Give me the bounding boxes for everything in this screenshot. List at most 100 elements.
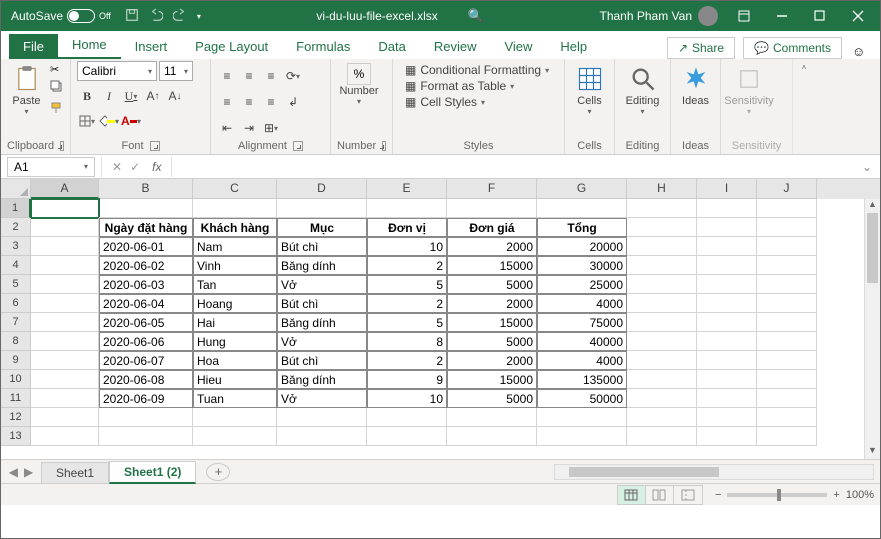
align-bottom-icon[interactable]: ≡ (261, 66, 281, 86)
cell[interactable] (99, 199, 193, 218)
fill-color-button[interactable]: ▾ (99, 111, 119, 131)
cell[interactable] (193, 427, 277, 446)
page-break-view-icon[interactable] (674, 486, 702, 504)
col-header-E[interactable]: E (367, 179, 447, 199)
cell[interactable] (627, 370, 697, 389)
cell[interactable] (277, 408, 367, 427)
number-launcher-icon[interactable] (382, 141, 386, 151)
cell[interactable] (697, 256, 757, 275)
close-button[interactable] (840, 2, 876, 30)
scroll-up-icon[interactable]: ▲ (865, 199, 880, 213)
col-header-H[interactable]: H (627, 179, 697, 199)
number-format-button[interactable]: % Number▾ (337, 61, 381, 108)
cell[interactable] (31, 294, 99, 313)
minimize-button[interactable] (764, 2, 800, 30)
cell-total[interactable]: 4000 (537, 294, 627, 313)
cell-date[interactable]: 2020-06-07 (99, 351, 193, 370)
format-painter-icon[interactable] (50, 101, 64, 118)
editing-button[interactable]: Editing▾ (621, 61, 664, 118)
cell[interactable] (31, 332, 99, 351)
col-header-B[interactable]: B (99, 179, 193, 199)
expand-formula-bar-icon[interactable]: ⌄ (862, 160, 880, 174)
format-as-table-button[interactable]: ▦Format as Table▾ (405, 79, 549, 93)
cell[interactable] (31, 351, 99, 370)
search-icon[interactable]: 🔍 (468, 8, 484, 24)
clipboard-launcher-icon[interactable] (60, 141, 64, 151)
zoom-in-button[interactable]: + (833, 489, 839, 501)
cell-customer[interactable]: Tuan (193, 389, 277, 408)
cell-total[interactable]: 30000 (537, 256, 627, 275)
cell-A1[interactable] (31, 199, 99, 218)
row-header[interactable]: 4 (1, 256, 31, 275)
horizontal-scrollbar[interactable] (554, 464, 874, 480)
ideas-button[interactable]: Ideas (677, 61, 714, 109)
cell[interactable] (697, 313, 757, 332)
zoom-level[interactable]: 100% (846, 489, 874, 501)
cell-total[interactable]: 75000 (537, 313, 627, 332)
cell[interactable] (31, 237, 99, 256)
merge-center-icon[interactable]: ⊞▾ (261, 118, 281, 138)
font-color-button[interactable]: A▾ (121, 111, 141, 131)
cell-date[interactable]: 2020-06-03 (99, 275, 193, 294)
cell-customer[interactable]: Tan (193, 275, 277, 294)
copy-icon[interactable] (50, 80, 64, 97)
select-all-corner[interactable] (1, 179, 31, 199)
tab-page-layout[interactable]: Page Layout (181, 34, 282, 59)
cell[interactable] (31, 275, 99, 294)
cell-item[interactable]: Bút chì (277, 237, 367, 256)
cell-item[interactable]: Vở (277, 332, 367, 351)
font-name-select[interactable]: Calibri▾ (77, 61, 157, 81)
ribbon-display-options[interactable] (726, 2, 762, 30)
cell[interactable] (757, 199, 817, 218)
cell[interactable] (31, 313, 99, 332)
cell[interactable] (31, 389, 99, 408)
cell-unit[interactable]: 5 (367, 275, 447, 294)
cell[interactable] (447, 199, 537, 218)
zoom-out-button[interactable]: − (715, 489, 721, 501)
cell-item[interactable]: Bút chì (277, 294, 367, 313)
cell[interactable] (757, 237, 817, 256)
cell[interactable] (193, 408, 277, 427)
cell-price[interactable]: 15000 (447, 256, 537, 275)
cell-customer[interactable]: Vinh (193, 256, 277, 275)
cell-price[interactable]: 15000 (447, 313, 537, 332)
row-header[interactable]: 3 (1, 237, 31, 256)
cell-price[interactable]: 15000 (447, 370, 537, 389)
cell-total[interactable]: 40000 (537, 332, 627, 351)
row-header[interactable]: 10 (1, 370, 31, 389)
tab-review[interactable]: Review (420, 34, 491, 59)
col-header-C[interactable]: C (193, 179, 277, 199)
row-header[interactable]: 13 (1, 427, 31, 446)
cell[interactable] (537, 427, 627, 446)
cell[interactable] (627, 389, 697, 408)
underline-button[interactable]: U▾ (121, 86, 141, 106)
cell[interactable] (757, 332, 817, 351)
vertical-scrollbar[interactable]: ▲ ▼ (864, 199, 880, 459)
cell[interactable] (277, 199, 367, 218)
orientation-icon[interactable]: ⟳▾ (283, 66, 303, 86)
fx-icon[interactable]: fx (152, 160, 161, 174)
normal-view-icon[interactable] (618, 486, 646, 504)
h-scroll-thumb[interactable] (569, 467, 719, 477)
cell-total[interactable]: 135000 (537, 370, 627, 389)
sheet-nav-next-icon[interactable]: ▶ (24, 465, 33, 479)
maximize-button[interactable] (802, 2, 838, 30)
font-size-select[interactable]: 11▾ (159, 61, 193, 81)
tab-home[interactable]: Home (58, 32, 121, 59)
cell-price[interactable]: 2000 (447, 237, 537, 256)
cell-price[interactable]: 5000 (447, 332, 537, 351)
cell-unit[interactable]: 2 (367, 294, 447, 313)
user-account[interactable]: Thanh Pham Van (599, 6, 718, 26)
cell-date[interactable]: 2020-06-04 (99, 294, 193, 313)
cell[interactable] (367, 427, 447, 446)
cell-customer[interactable]: Hung (193, 332, 277, 351)
col-header-D[interactable]: D (277, 179, 367, 199)
cell[interactable] (697, 370, 757, 389)
cell[interactable] (627, 237, 697, 256)
row-header[interactable]: 7 (1, 313, 31, 332)
row-header[interactable]: 6 (1, 294, 31, 313)
cell[interactable] (757, 370, 817, 389)
cell[interactable] (627, 218, 697, 237)
cell[interactable] (99, 408, 193, 427)
cell[interactable] (697, 427, 757, 446)
